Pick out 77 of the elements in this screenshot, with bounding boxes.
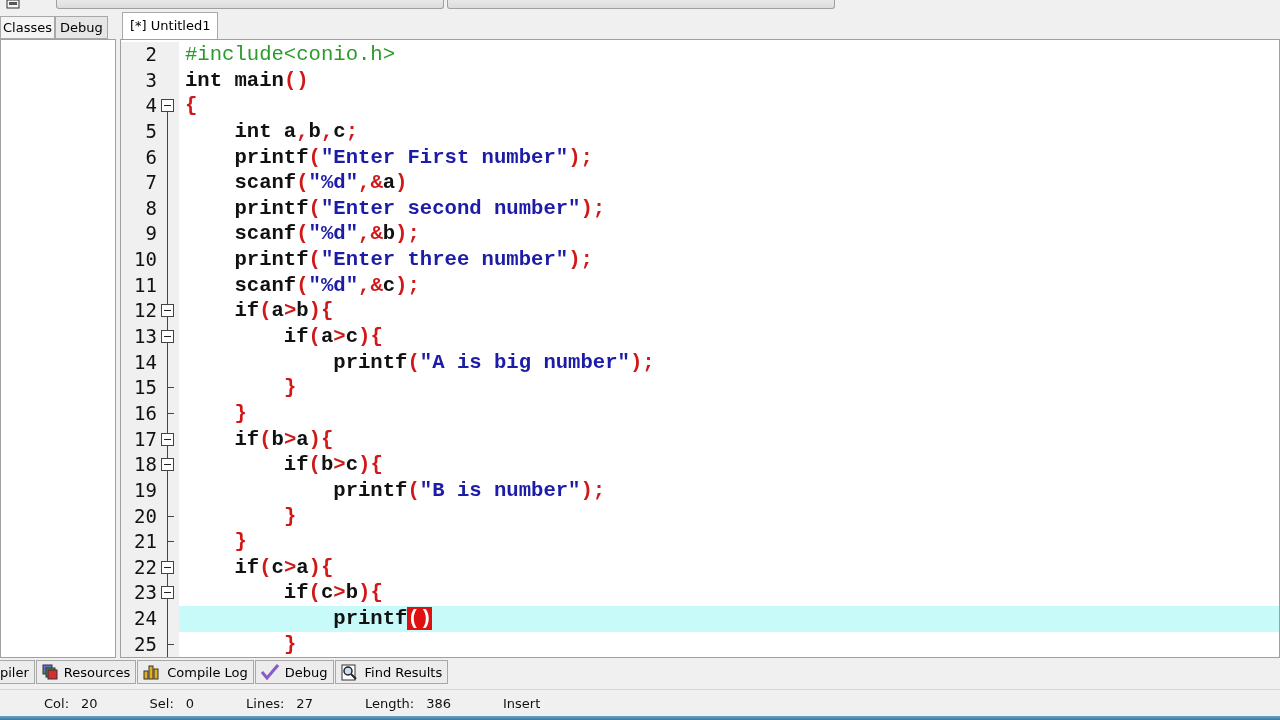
check-icon	[260, 664, 279, 681]
code-line: scanf("%d",&c);	[233, 273, 420, 297]
output-tab[interactable]: Resources	[35, 660, 137, 685]
code-line: }	[282, 376, 297, 400]
line-number: 23	[133, 580, 157, 606]
panel-tab[interactable]: Debug	[55, 16, 108, 39]
code-line: }	[282, 504, 297, 528]
code-line: scanf("%d",&a)	[233, 171, 408, 195]
fold-toggle-icon[interactable]	[161, 304, 174, 318]
output-tab[interactable]: Find Results	[334, 660, 449, 685]
status-label: Sel:	[149, 695, 174, 711]
code-line: {	[185, 94, 198, 118]
code-line: if(a>c){	[282, 325, 383, 349]
line-number: 12	[133, 298, 157, 324]
line-number: 2	[144, 42, 157, 67]
status-value: 386	[426, 695, 451, 711]
output-tab[interactable]: piler	[0, 660, 35, 685]
line-number: 10	[133, 247, 157, 273]
fold-toggle-icon[interactable]	[161, 560, 174, 574]
code-line: #include<conio.h>	[185, 43, 396, 66]
fold-toggle-icon[interactable]	[161, 330, 174, 344]
line-number: 14	[133, 349, 157, 375]
status-label: Length:	[364, 695, 415, 711]
code-line: printf("B is number");	[332, 478, 606, 502]
line-number: 21	[133, 529, 157, 555]
line-number: 22	[133, 554, 157, 580]
status-label: Col:	[44, 695, 70, 711]
output-tab[interactable]: Compile Log	[137, 660, 254, 685]
status-value: 0	[185, 695, 195, 711]
panel-tab[interactable]: Classes	[0, 16, 55, 39]
fold-toggle-icon[interactable]	[161, 458, 174, 472]
bar-chart-icon	[143, 664, 162, 681]
code-line: }	[282, 632, 297, 656]
code-line: }	[233, 401, 247, 425]
code-line: if(c>b){	[282, 581, 383, 605]
code-line: if(c>a){	[233, 555, 334, 579]
fold-toggle-icon[interactable]	[161, 432, 174, 446]
line-number: 16	[133, 400, 157, 426]
line-number: 5	[144, 118, 157, 144]
code-line: if(b>c){	[282, 453, 383, 477]
line-number: 4	[144, 93, 157, 119]
line-number: 25	[133, 631, 157, 657]
status-label: Lines:	[246, 695, 285, 711]
code-line: printf("A is big number");	[332, 350, 655, 374]
status-value: 20	[81, 695, 98, 711]
code-line: printf("Enter second number");	[233, 196, 606, 220]
line-number: 24	[133, 606, 157, 632]
code-line: }	[233, 530, 247, 554]
line-number: 3	[144, 67, 157, 93]
line-number: 11	[133, 272, 157, 298]
line-number: 9	[144, 221, 157, 247]
code-line: scanf("%d",&b);	[233, 222, 420, 246]
file-tab[interactable]: [*] Untitled1	[122, 12, 219, 39]
line-number: 20	[133, 503, 157, 529]
fold-toggle-icon[interactable]	[161, 586, 174, 600]
status-value: Insert	[502, 695, 541, 711]
line-number: 17	[133, 426, 157, 452]
code-line: int a,b,c;	[233, 119, 359, 143]
output-tab[interactable]: Debug	[254, 660, 334, 685]
line-number: 7	[144, 170, 157, 196]
line-number: 13	[133, 324, 157, 350]
fold-toggle-icon[interactable]	[161, 99, 174, 113]
line-number: 18	[133, 452, 157, 478]
code-line: if(b>a){	[233, 427, 334, 451]
code-line: printf("Enter First number");	[233, 145, 593, 169]
line-number: 6	[144, 144, 157, 170]
stacked-squares-icon	[41, 664, 58, 681]
code-line: if(a>b){	[233, 299, 334, 323]
code-line: printf("Enter three number");	[233, 248, 593, 272]
code-line: int main()	[185, 68, 309, 92]
status-value: 27	[296, 695, 313, 711]
find-icon	[340, 663, 359, 681]
code-line: printf()	[332, 607, 433, 631]
line-number: 19	[133, 477, 157, 503]
code-editor[interactable]	[120, 39, 1280, 659]
line-number: 8	[144, 195, 157, 221]
line-number: 15	[133, 375, 157, 401]
